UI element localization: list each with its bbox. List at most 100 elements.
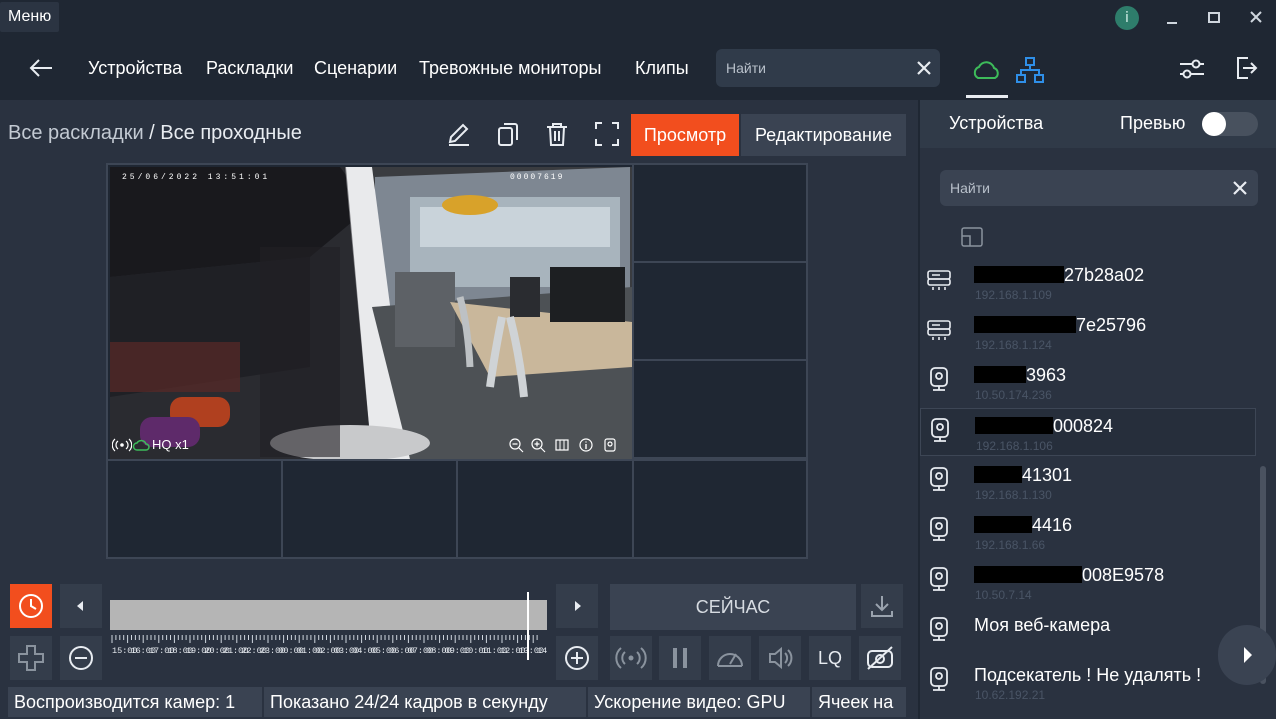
logout-icon[interactable]: [1234, 54, 1260, 82]
edit-pencil-icon[interactable]: [445, 120, 473, 148]
devices-panel-header: Устройства Превью: [920, 100, 1276, 148]
ptz-icon[interactable]: [10, 636, 52, 680]
device-ip: 192.168.1.66: [975, 538, 1046, 552]
speed-gauge-icon[interactable]: [709, 636, 751, 680]
zoom-out-icon[interactable]: [508, 437, 524, 453]
camera-icon: [926, 666, 952, 692]
device-name: 4416: [974, 515, 1072, 536]
timeline-scale[interactable]: 15:00 16:00 17:00 18:00 19:00 20:00 21:00 22:00…: [110, 632, 563, 662]
device-name-text: 008E9578: [1082, 565, 1165, 585]
device-ip: 192.168.1.124: [975, 338, 1052, 352]
info-icon[interactable]: [578, 437, 594, 453]
osd-counter: 00007619: [510, 173, 565, 182]
back-arrow-icon[interactable]: [26, 52, 56, 82]
timeline-next-button[interactable]: [556, 584, 598, 628]
grid-cell-empty[interactable]: [632, 359, 808, 459]
nav-clips[interactable]: Клипы: [635, 58, 689, 79]
top-search-input[interactable]: [726, 49, 906, 87]
expand-panel-button[interactable]: [1218, 625, 1276, 685]
close-window-icon[interactable]: [1243, 6, 1269, 30]
device-filter-icon[interactable]: [958, 224, 986, 250]
zoom-in-timeline-icon[interactable]: [556, 636, 598, 680]
view-mode-button[interactable]: Просмотр: [631, 114, 739, 156]
breadcrumb-separator: /: [143, 122, 161, 144]
snapshot-off-icon[interactable]: [859, 636, 901, 680]
nav-scenarios[interactable]: Сценарии: [314, 58, 397, 79]
devices-search: [940, 170, 1258, 206]
delete-trash-icon[interactable]: [543, 120, 571, 148]
copy-icon[interactable]: [495, 120, 523, 148]
nav-layouts[interactable]: Раскладки: [206, 58, 293, 79]
camera-icon: [926, 616, 952, 642]
redaction-block: [974, 266, 1064, 283]
device-ip: 10.62.192.21: [975, 688, 1046, 702]
pause-icon[interactable]: [659, 636, 701, 680]
clear-search-icon[interactable]: [916, 60, 932, 76]
grid-cell-empty[interactable]: [632, 459, 808, 559]
device-ip: 192.168.1.109: [975, 288, 1052, 302]
device-row[interactable]: 4416 192.168.1.66: [920, 508, 1256, 556]
device-row[interactable]: 41301 192.168.1.130: [920, 458, 1256, 506]
redaction-block: [975, 417, 1053, 434]
nav-devices[interactable]: Устройства: [88, 58, 182, 79]
cloud-tab[interactable]: [966, 50, 1008, 98]
device-row[interactable]: 7e25796 192.168.1.124: [920, 308, 1256, 356]
network-icon[interactable]: [1014, 54, 1046, 86]
quality-lq-button[interactable]: LQ: [809, 636, 851, 680]
zoom-in-icon[interactable]: [530, 437, 546, 453]
device-row[interactable]: 000824 192.168.1.106: [920, 408, 1256, 456]
device-row[interactable]: 3963 10.50.174.236: [920, 358, 1256, 406]
timeline-prev-button[interactable]: [60, 584, 102, 628]
device-row[interactable]: 27b28a02 192.168.1.109: [920, 258, 1256, 306]
timeline-cursor[interactable]: [527, 592, 529, 660]
device-ip: 192.168.1.130: [975, 488, 1052, 502]
preview-toggle[interactable]: [1202, 112, 1258, 136]
now-button[interactable]: СЕЙЧАС: [610, 584, 856, 630]
camera-info-icon[interactable]: [602, 437, 618, 453]
settings-sliders-icon[interactable]: [1178, 56, 1206, 82]
breadcrumb-root[interactable]: Все раскладки: [8, 122, 144, 144]
osd-cloud-icon: [132, 438, 150, 452]
map-icon[interactable]: [554, 437, 570, 453]
sound-icon[interactable]: [759, 636, 801, 680]
maximize-icon[interactable]: [1201, 6, 1227, 30]
grid-cell-main[interactable]: 25/06/2022 13:51:01 00007619 HQ x1: [106, 163, 634, 461]
menu-button[interactable]: Меню: [0, 2, 60, 32]
status-playing: Воспроизводится камер: 1: [8, 687, 262, 717]
zoom-out-timeline-icon[interactable]: [60, 636, 102, 680]
info-icon[interactable]: i: [1115, 6, 1139, 30]
cloud-icon: [973, 61, 999, 79]
preview-toggle-knob: [1202, 112, 1226, 136]
devices-search-input[interactable]: [950, 170, 1210, 206]
devices-panel: Устройства Превью 27b28a02 192.168.1.109 7…: [920, 100, 1276, 719]
archive-clock-button[interactable]: [10, 584, 52, 628]
device-name-text: 000824: [1053, 416, 1114, 436]
live-signal-icon: [111, 437, 133, 453]
device-name: 000824: [975, 416, 1113, 437]
grid-cell-empty[interactable]: [106, 459, 283, 559]
device-name-text: Подсекатель ! Не удалять !: [974, 665, 1202, 685]
devices-tab[interactable]: Устройства: [949, 113, 1043, 134]
device-row[interactable]: Моя веб-камера: [920, 608, 1256, 656]
chevron-right-icon: [1244, 647, 1252, 663]
minimize-icon[interactable]: [1159, 6, 1185, 30]
device-name: Моя веб-камера: [974, 615, 1110, 636]
clear-devices-search-icon[interactable]: [1232, 180, 1248, 196]
grid-cell-empty[interactable]: [632, 163, 808, 263]
download-icon[interactable]: [861, 584, 903, 628]
device-row[interactable]: Подсекатель ! Не удалять ! 10.62.192.21: [920, 658, 1256, 706]
device-name: 7e25796: [974, 315, 1146, 336]
nvr-icon: [926, 266, 952, 292]
camera-video[interactable]: 25/06/2022 13:51:01 00007619 HQ x1: [110, 167, 632, 459]
live-broadcast-icon[interactable]: [610, 636, 652, 680]
timeline-bar[interactable]: [110, 600, 547, 630]
device-row[interactable]: 008E9578 10.50.7.14: [920, 558, 1256, 606]
edit-mode-button[interactable]: Редактирование: [741, 114, 906, 156]
grid-cell-empty[interactable]: [456, 459, 634, 559]
grid-cell-empty[interactable]: [632, 261, 808, 361]
camera-icon: [927, 417, 953, 443]
camera-icon: [926, 566, 952, 592]
fullscreen-icon[interactable]: [593, 120, 621, 148]
nav-alarm-monitors[interactable]: Тревожные мониторы: [419, 58, 602, 79]
grid-cell-empty[interactable]: [281, 459, 458, 559]
